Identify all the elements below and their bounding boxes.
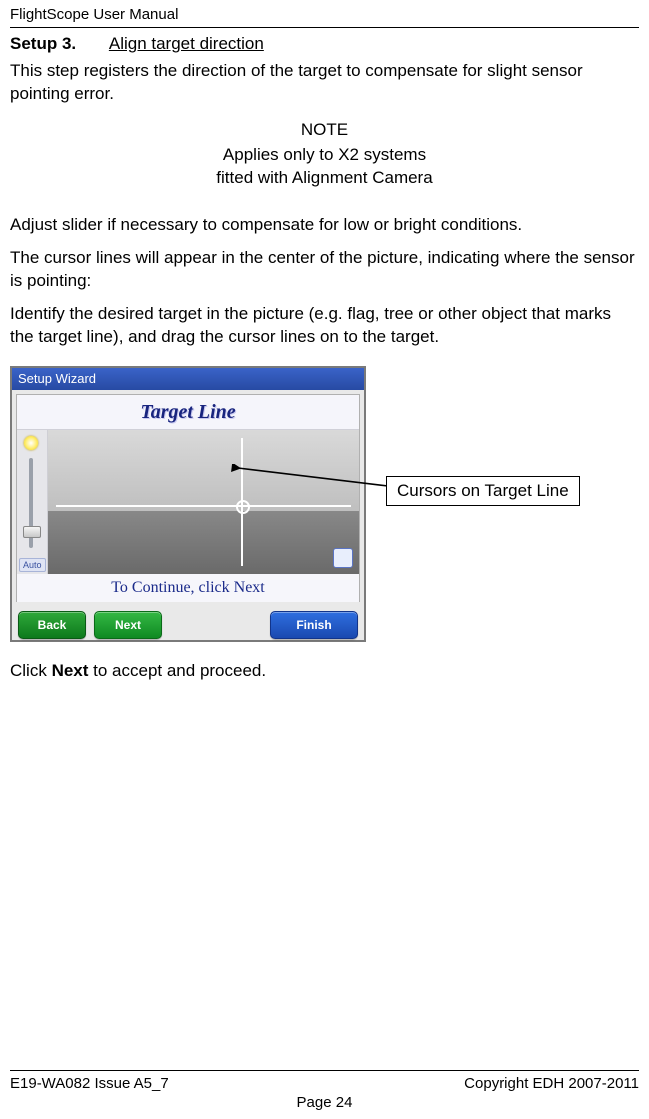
note-line-1: Applies only to X2 systems (223, 145, 426, 164)
page-footer: E19-WA082 Issue A5_7 Copyright EDH 2007-… (10, 1070, 639, 1111)
click-post: to accept and proceed. (88, 661, 266, 680)
footer-rule (10, 1070, 639, 1071)
note-line-2: fitted with Alignment Camera (216, 168, 432, 187)
back-button[interactable]: Back (18, 611, 86, 639)
footer-page-number: Page 24 (10, 1094, 639, 1111)
cursor-paragraph: The cursor lines will appear in the cent… (10, 247, 639, 293)
click-pre: Click (10, 661, 52, 680)
callout-label: Cursors on Target Line (386, 476, 580, 506)
finish-button[interactable]: Finish (270, 611, 358, 639)
setup-heading: Setup 3. Align target direction (10, 34, 639, 54)
slider-thumb[interactable] (23, 526, 41, 538)
footer-left: E19-WA082 Issue A5_7 (10, 1075, 169, 1092)
running-header: FlightScope User Manual (10, 6, 639, 25)
setup-label: Setup 3. (10, 34, 76, 53)
identify-post: , and drag the cursor lines on to the ta… (119, 327, 439, 346)
next-button[interactable]: Next (94, 611, 162, 639)
wizard-button-row: Back Next Finish (12, 606, 364, 642)
brightness-slider[interactable]: Auto (17, 430, 48, 574)
identify-paragraph: Identify the desired target in the pictu… (10, 303, 639, 349)
callout-arrow (228, 464, 398, 508)
identify-pre: Identify the desired target in the pictu… (10, 304, 309, 323)
click-bold: Next (52, 661, 89, 680)
sun-icon (24, 436, 38, 450)
confirm-checkbox[interactable] (333, 548, 353, 568)
camera-ground (48, 511, 359, 574)
note-heading: NOTE (10, 120, 639, 140)
click-next-paragraph: Click Next to accept and proceed. (10, 660, 639, 683)
adjust-paragraph: Adjust slider if necessary to compensate… (10, 214, 639, 237)
footer-right: Copyright EDH 2007-2011 (464, 1075, 639, 1092)
wizard-heading: Target Line (17, 395, 359, 430)
auto-button[interactable]: Auto (19, 558, 46, 572)
continue-hint: To Continue, click Next (17, 574, 359, 602)
setup-title: Align target direction (109, 34, 264, 53)
header-rule (10, 27, 639, 28)
page: FlightScope User Manual Setup 3. Align t… (0, 0, 649, 683)
note-body: Applies only to X2 systems fitted with A… (10, 144, 639, 190)
figure-area: Setup Wizard Target Line Auto (10, 366, 630, 656)
wizard-titlebar: Setup Wizard (12, 368, 364, 390)
intro-paragraph: This step registers the direction of the… (10, 60, 639, 106)
